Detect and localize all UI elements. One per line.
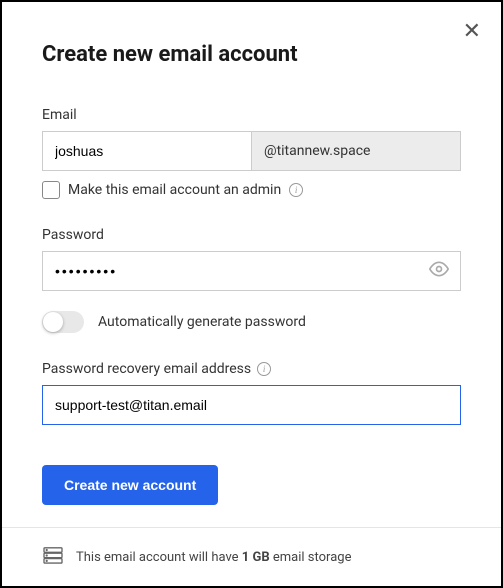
close-icon: ✕ [463,18,481,43]
footer-prefix: This email account will have [76,550,242,565]
recovery-input[interactable] [42,385,461,425]
autogen-label: Automatically generate password [98,314,306,330]
storage-icon [42,546,64,568]
toggle-knob [43,312,63,332]
admin-row: Make this email account an admin i [42,181,461,199]
footer-text: This email account will have 1 GB email … [76,550,351,565]
email-input[interactable] [42,131,251,171]
recovery-label-text: Password recovery email address [42,361,251,377]
info-icon[interactable]: i [289,183,303,197]
admin-label: Make this email account an admin [68,182,281,198]
create-email-modal: ✕ Create new email account Email @titann… [2,2,501,586]
email-row: @titannew.space [42,131,461,171]
eye-icon[interactable] [429,259,449,283]
autogen-toggle[interactable] [42,311,84,333]
footer-suffix: email storage [270,550,352,565]
footer: This email account will have 1 GB email … [2,527,501,586]
admin-checkbox[interactable] [42,181,60,199]
modal-title: Create new email account [42,42,461,67]
create-account-button[interactable]: Create new account [42,465,218,505]
password-input[interactable] [42,251,461,291]
autogen-row: Automatically generate password [42,311,461,333]
modal-content: Create new email account Email @titannew… [2,2,501,527]
email-label: Email [42,107,461,123]
footer-amount: 1 GB [242,550,270,565]
email-domain: @titannew.space [251,131,461,171]
close-button[interactable]: ✕ [463,20,481,42]
info-icon[interactable]: i [257,362,271,376]
recovery-label: Password recovery email address i [42,361,461,377]
password-wrap [42,251,461,291]
password-label: Password [42,227,461,243]
